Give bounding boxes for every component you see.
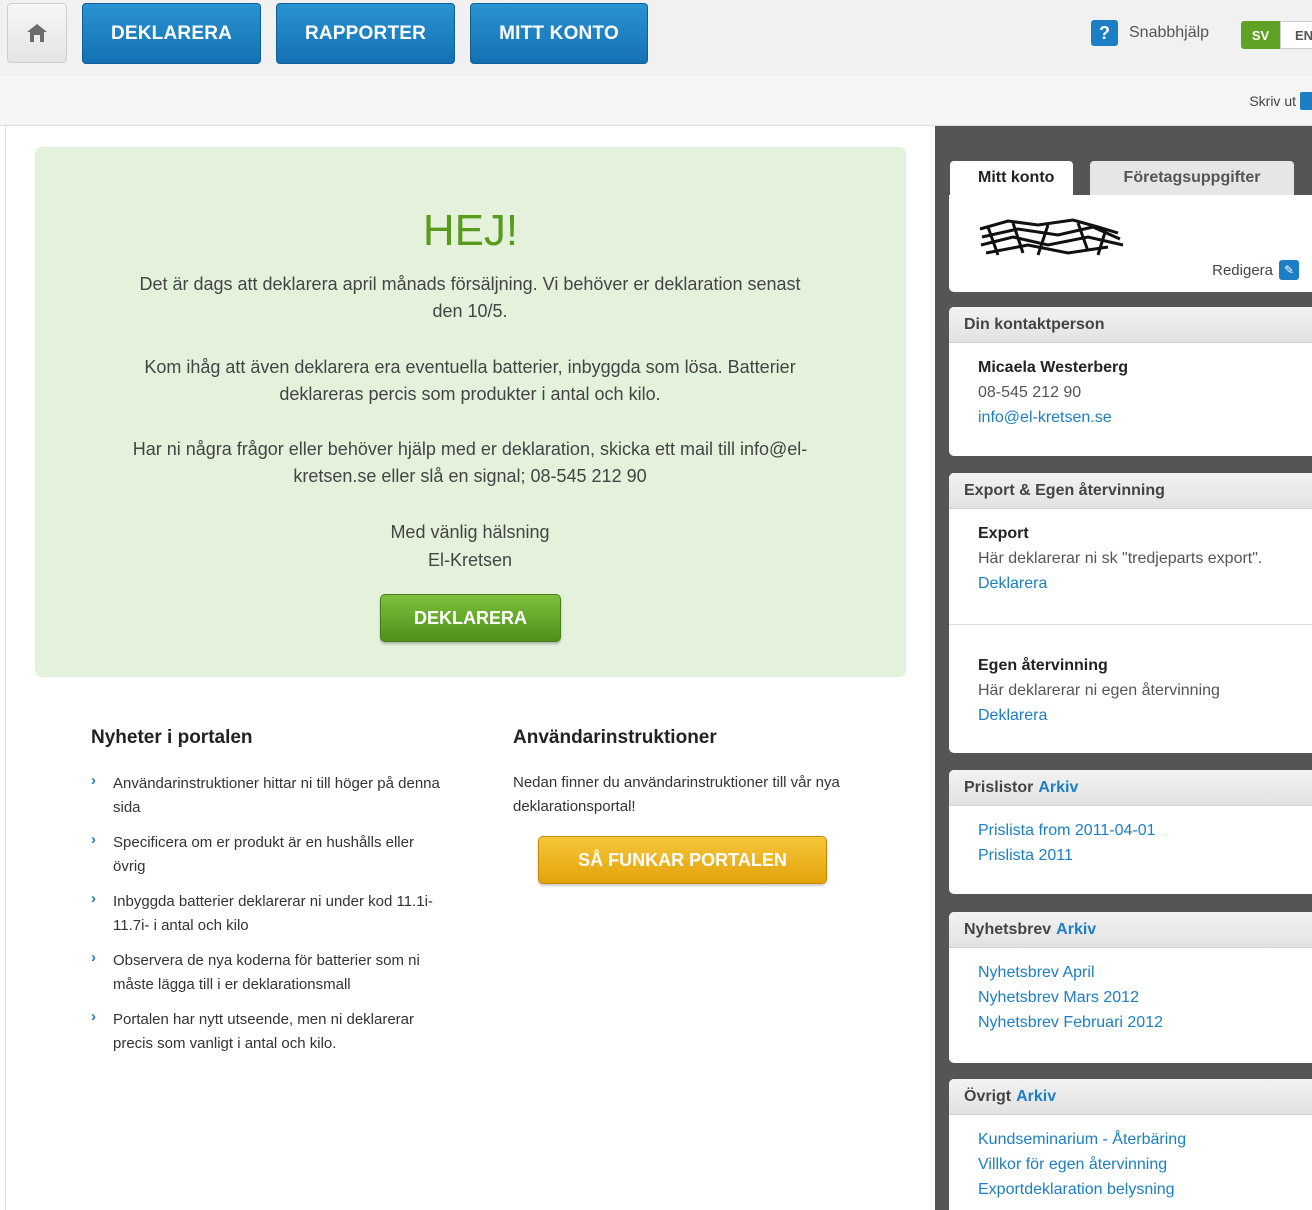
contact-name: Micaela Westerberg <box>978 359 1128 376</box>
welcome-greeting: Med vänlig hälsning <box>390 522 550 542</box>
news-list: › Användarinstruktioner hittar ni till hö… <box>91 772 441 1056</box>
print-button[interactable]: Skriv ut <box>1249 92 1312 110</box>
right-sidebar: Mitt konto Företagsuppgifter Redigera ✎ … <box>935 126 1312 1210</box>
welcome-paragraph-3: Har ni några frågor eller behöver hjälp … <box>132 439 808 486</box>
chevron-right-icon: › <box>91 1008 96 1025</box>
sub-toolbar <box>0 76 1312 126</box>
redacted-logo <box>979 218 1124 256</box>
language-switch: SV EN <box>1241 21 1312 49</box>
account-card: Redigera ✎ <box>949 195 1312 292</box>
help-icon: ? <box>1091 20 1118 46</box>
deklarera-button[interactable]: DEKLARERA <box>380 594 561 642</box>
contact-phone: 08-545 212 90 <box>978 384 1082 401</box>
list-item: › Användarinstruktioner hittar ni till hö… <box>91 772 441 820</box>
news-section: Nyheter i portalen › Användarinstruktione… <box>91 727 441 1067</box>
other-archive-link[interactable]: Arkiv <box>1016 1088 1056 1106</box>
own-recycling-title: Egen återvinning <box>978 657 1108 674</box>
welcome-title: HEJ! <box>422 206 519 255</box>
pricelists-card: Prislistor Arkiv Prislista from 2011-04-… <box>949 770 1312 894</box>
list-item: › Inbyggda batterier deklarerar ni under … <box>91 890 441 938</box>
other-link[interactable]: Villkor för egen återvinning <box>978 1152 1312 1177</box>
newsletter-link[interactable]: Nyhetsbrev Februari 2012 <box>978 1010 1312 1035</box>
other-card: Övrigt Arkiv Kundseminarium - Återbäring… <box>949 1079 1312 1210</box>
pricelists-heading: Prislistor Arkiv <box>949 770 1312 806</box>
list-item: › Portalen har nytt utseende, men ni dekl… <box>91 1008 441 1056</box>
top-nav: DEKLARERA RAPPORTER MITT KONTO ? Snabbhj… <box>0 0 1312 76</box>
newsletter-link[interactable]: Nyhetsbrev Mars 2012 <box>978 985 1312 1010</box>
chevron-right-icon: › <box>91 772 96 789</box>
pencil-icon: ✎ <box>1279 260 1299 280</box>
chevron-right-icon: › <box>91 949 96 966</box>
other-link[interactable]: Kundseminarium - Återbäring <box>978 1127 1312 1152</box>
lang-en-button[interactable]: EN <box>1280 21 1312 49</box>
welcome-signature: El-Kretsen <box>427 550 513 570</box>
list-item: › Specificera om er produkt är en hushåll… <box>91 831 441 879</box>
instructions-title: Användarinstruktioner <box>513 727 717 748</box>
how-portal-works-button[interactable]: SÅ FUNKAR PORTALEN <box>538 836 827 884</box>
list-item: › Observera de nya koderna för batterier … <box>91 949 441 997</box>
export-heading: Export & Egen återvinning <box>949 473 1312 509</box>
welcome-panel: HEJ! Det är dags att deklarera april mån… <box>35 147 906 677</box>
export-title: Export <box>978 525 1029 542</box>
home-button[interactable] <box>7 3 67 63</box>
edit-button[interactable]: Redigera ✎ <box>1212 260 1299 280</box>
newsletters-card: Nyhetsbrev Arkiv Nyhetsbrev April Nyhets… <box>949 912 1312 1063</box>
other-heading: Övrigt Arkiv <box>949 1079 1312 1115</box>
edit-label: Redigera <box>1212 261 1273 279</box>
tab-mitt-konto[interactable]: Mitt konto <box>950 161 1073 195</box>
left-divider <box>5 126 6 1210</box>
nav-mitt-konto[interactable]: MITT KONTO <box>470 3 648 64</box>
pricelists-archive-link[interactable]: Arkiv <box>1038 779 1078 797</box>
news-title: Nyheter i portalen <box>91 727 253 748</box>
other-link[interactable]: Exportdeklaration belysning <box>978 1177 1312 1202</box>
newsletters-heading: Nyhetsbrev Arkiv <box>949 912 1312 948</box>
pricelist-link[interactable]: Prislista from 2011-04-01 <box>978 818 1312 843</box>
nav-rapporter[interactable]: RAPPORTER <box>276 3 455 64</box>
home-icon <box>27 24 47 42</box>
lang-sv-button[interactable]: SV <box>1241 21 1280 49</box>
instructions-text: Nedan finner du användarinstruktioner ti… <box>513 774 840 815</box>
export-deklarera-link[interactable]: Deklarera <box>978 571 1312 596</box>
export-card: Export & Egen återvinning Export Här dek… <box>949 473 1312 753</box>
instructions-section: Användarinstruktioner Nedan finner du an… <box>513 727 863 884</box>
contact-email-link[interactable]: info@el-kretsen.se <box>978 405 1312 430</box>
own-recycling-text: Här deklarerar ni egen återvinning <box>978 682 1220 699</box>
welcome-paragraph-1: Det är dags att deklarera april månads f… <box>139 274 801 321</box>
tab-foretagsuppgifter[interactable]: Företagsuppgifter <box>1090 161 1294 195</box>
contact-card: Din kontaktperson Micaela Westerberg 08-… <box>949 307 1312 456</box>
print-label: Skriv ut <box>1249 93 1296 109</box>
own-recycling-deklarera-link[interactable]: Deklarera <box>978 703 1312 728</box>
nav-deklarera[interactable]: DEKLARERA <box>82 3 261 64</box>
pricelist-link[interactable]: Prislista 2011 <box>978 843 1312 868</box>
chevron-right-icon: › <box>91 831 96 848</box>
export-text: Här deklarerar ni sk "tredjeparts export… <box>978 550 1263 567</box>
contact-heading: Din kontaktperson <box>949 307 1312 343</box>
quick-help-label: Snabbhjälp <box>1129 24 1210 41</box>
newsletters-archive-link[interactable]: Arkiv <box>1056 921 1096 939</box>
newsletter-link[interactable]: Nyhetsbrev April <box>978 960 1312 985</box>
chevron-right-icon: › <box>91 890 96 907</box>
welcome-paragraph-2: Kom ihåg att även deklarera era eventuel… <box>144 357 796 404</box>
print-icon <box>1300 92 1312 110</box>
quick-help[interactable]: ? Snabbhjälp <box>1091 20 1209 46</box>
